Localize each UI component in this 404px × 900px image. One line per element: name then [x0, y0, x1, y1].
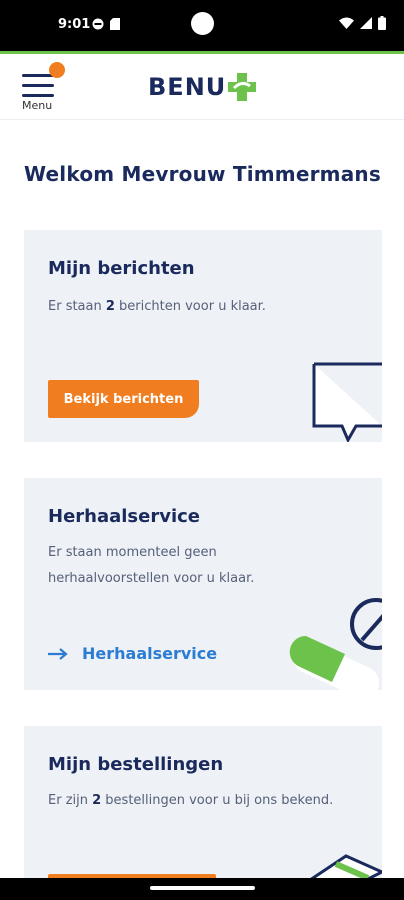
pill-icon	[289, 598, 382, 690]
messages-card: Mijn berichten Er staan 2 berichten voor…	[24, 230, 382, 442]
messages-card-text: Er staan 2 berichten voor u klaar.	[48, 299, 266, 314]
app-header: Menu BENU	[0, 54, 404, 120]
refill-card-title: Herhaalservice	[48, 506, 201, 527]
notification-dot	[49, 62, 65, 78]
orders-card-title: Mijn bestellingen	[48, 754, 224, 775]
logo-text: BENU	[148, 73, 227, 101]
messages-card-title: Mijn berichten	[48, 258, 195, 279]
benu-logo[interactable]: BENU	[148, 72, 257, 102]
signal-icon	[360, 17, 372, 29]
page-title: Welkom Mevrouw Timmermans	[24, 162, 381, 186]
speech-bubble-icon	[312, 362, 382, 442]
status-time: 9:01	[58, 17, 91, 32]
menu-button[interactable]: Menu	[20, 62, 68, 118]
refill-link[interactable]: Herhaalservice	[48, 644, 217, 663]
sim-card-icon	[110, 18, 120, 30]
status-icons-left	[92, 18, 120, 30]
do-not-disturb-icon	[92, 18, 104, 30]
view-messages-button[interactable]: Bekijk berichten	[48, 380, 199, 418]
messages-count: 2	[105, 299, 115, 314]
refill-card-text: Er staan momenteel geen herhaalvoorstell…	[48, 545, 255, 586]
battery-icon	[378, 16, 386, 30]
status-icons-right	[339, 16, 386, 30]
wifi-icon	[339, 17, 354, 29]
hamburger-icon	[22, 74, 54, 98]
orders-card: Mijn bestellingen Er zijn 2 bestellingen…	[24, 726, 382, 896]
camera-cutout	[191, 12, 214, 35]
benu-cross-icon	[228, 73, 257, 101]
menu-label: Menu	[22, 99, 53, 112]
status-bar: 9:01	[0, 0, 404, 51]
home-gesture-handle[interactable]	[150, 886, 255, 890]
arrow-right-icon	[48, 647, 68, 660]
orders-card-text: Er zijn 2 bestellingen voor u bij ons be…	[48, 793, 334, 808]
orders-count: 2	[92, 793, 102, 808]
refill-link-label: Herhaalservice	[82, 644, 218, 663]
refill-card: Herhaalservice Er staan momenteel geen h…	[24, 478, 382, 690]
